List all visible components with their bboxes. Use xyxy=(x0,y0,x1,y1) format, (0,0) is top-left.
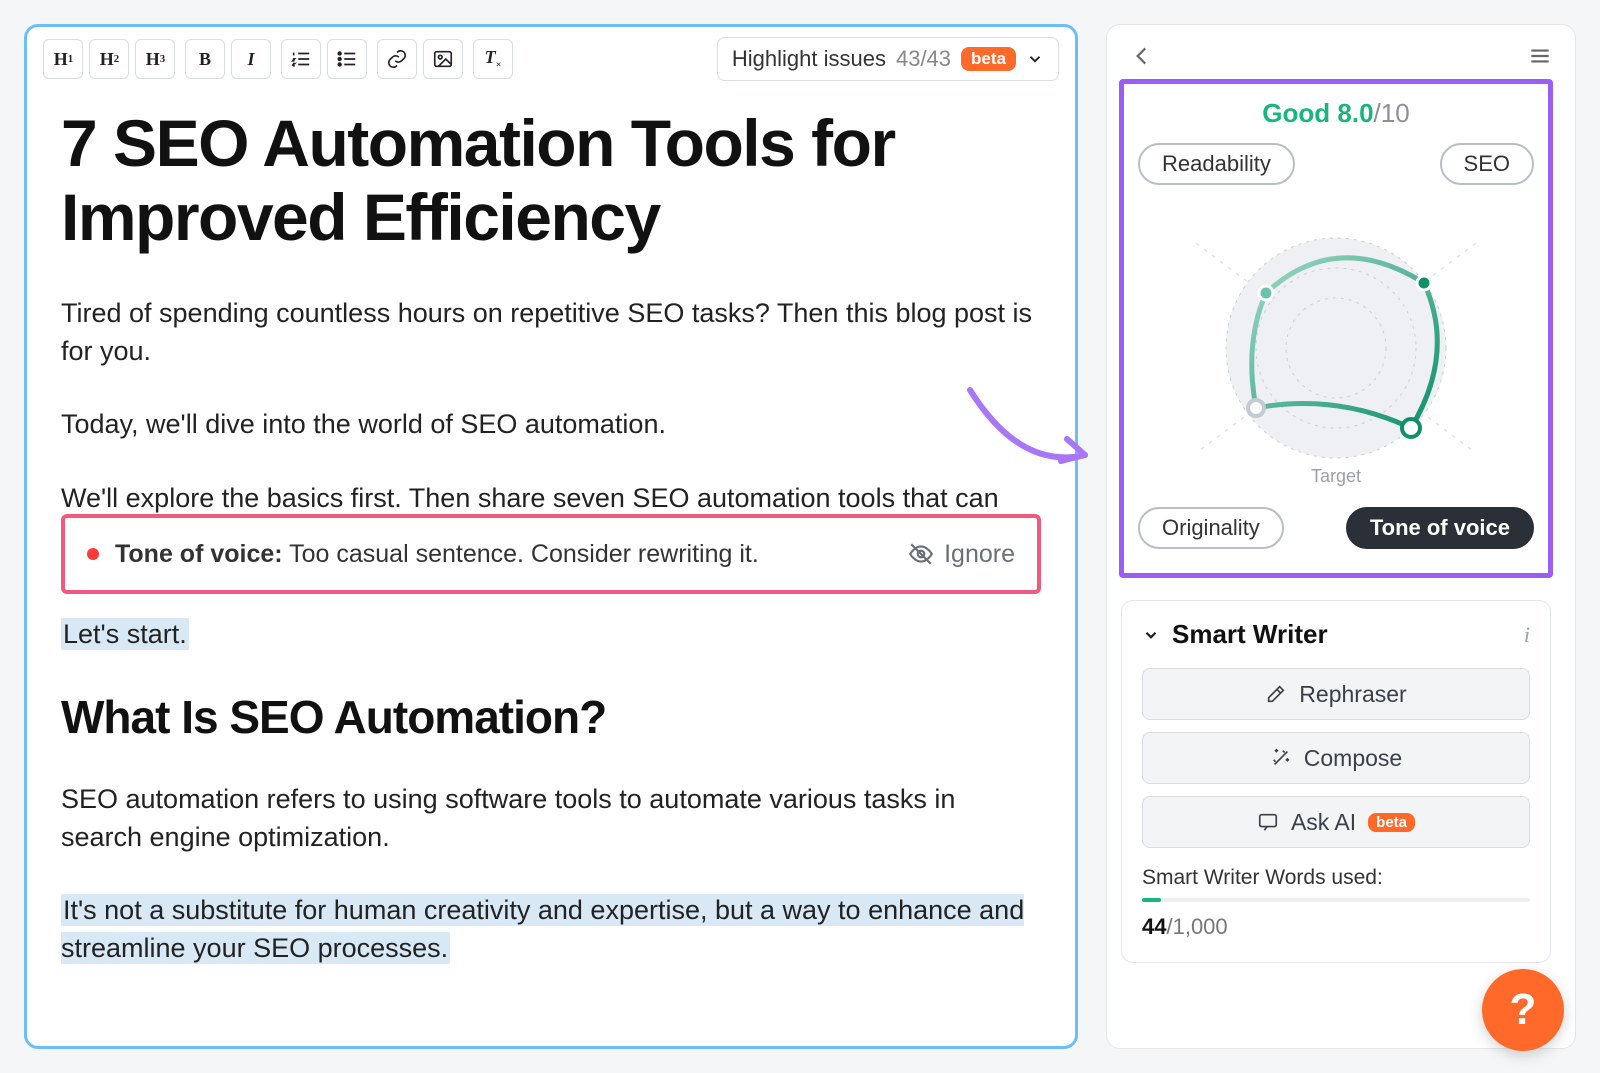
usage-value: 44/1,000 xyxy=(1142,914,1530,940)
ordered-list-icon xyxy=(290,48,312,70)
ordered-list-button[interactable] xyxy=(281,39,321,79)
back-icon[interactable] xyxy=(1129,43,1155,69)
editor-panel: H1 H2 H3 B I T× xyxy=(24,24,1078,1049)
italic-button[interactable]: I xyxy=(231,39,271,79)
info-icon[interactable]: i xyxy=(1524,622,1530,648)
edit-icon xyxy=(1265,683,1287,705)
target-label: Target xyxy=(1311,466,1361,487)
score-row: Good 8.0/10 xyxy=(1134,98,1538,129)
clear-format-button[interactable]: T× xyxy=(473,39,513,79)
bold-button[interactable]: B xyxy=(185,39,225,79)
h2-button[interactable]: H2 xyxy=(89,39,129,79)
issue-text: Tone of voice: Too casual sentence. Cons… xyxy=(115,536,759,572)
magic-icon xyxy=(1270,747,1292,769)
ignore-button[interactable]: Ignore xyxy=(908,536,1015,572)
smart-writer-card: Smart Writer i Rephraser Compose Ask AI … xyxy=(1121,600,1551,963)
editor-toolbar: H1 H2 H3 B I T× xyxy=(27,27,1075,91)
clear-format-icon: T× xyxy=(485,47,502,71)
metrics-card: Good 8.0/10 Readability SEO xyxy=(1119,79,1553,578)
chevron-down-icon[interactable] xyxy=(1142,626,1160,644)
document-body[interactable]: 7 SEO Automation Tools for Improved Effi… xyxy=(27,91,1075,1034)
smart-writer-title: Smart Writer xyxy=(1172,619,1328,650)
menu-icon[interactable] xyxy=(1527,43,1553,69)
unordered-list-icon xyxy=(336,48,358,70)
beta-badge: beta xyxy=(961,47,1016,71)
h3-button[interactable]: H3 xyxy=(135,39,175,79)
tone-pill[interactable]: Tone of voice xyxy=(1346,507,1534,549)
seo-pill[interactable]: SEO xyxy=(1440,143,1534,185)
issue-dot-icon xyxy=(87,548,99,560)
link-icon xyxy=(386,48,408,70)
paragraph[interactable]: We'll explore the basics first. Then sha… xyxy=(61,480,1041,518)
chevron-down-icon xyxy=(1026,50,1044,68)
help-fab[interactable]: ? xyxy=(1482,969,1564,1051)
usage-label: Smart Writer Words used: xyxy=(1142,866,1530,890)
issue-callout: Tone of voice: Too casual sentence. Cons… xyxy=(61,514,1041,594)
side-panel-header xyxy=(1107,25,1575,79)
document-h2[interactable]: What Is SEO Automation? xyxy=(61,684,1041,751)
paragraph[interactable]: Tired of spending countless hours on rep… xyxy=(61,295,1041,371)
paragraph[interactable]: Today, we'll dive into the world of SEO … xyxy=(61,406,1041,444)
paragraph[interactable]: Let's start. xyxy=(61,616,1041,654)
link-button[interactable] xyxy=(377,39,417,79)
eye-off-icon xyxy=(908,541,934,567)
rephraser-button[interactable]: Rephraser xyxy=(1142,668,1530,720)
ask-ai-button[interactable]: Ask AI beta xyxy=(1142,796,1530,848)
image-button[interactable] xyxy=(423,39,463,79)
beta-badge: beta xyxy=(1368,813,1415,832)
highlight-issues-count: 43/43 xyxy=(896,46,951,72)
highlight-issues-label: Highlight issues xyxy=(732,46,886,72)
image-icon xyxy=(432,48,454,70)
document-title[interactable]: 7 SEO Automation Tools for Improved Effi… xyxy=(61,107,1041,255)
chat-icon xyxy=(1257,811,1279,833)
originality-pill[interactable]: Originality xyxy=(1138,507,1284,549)
unordered-list-button[interactable] xyxy=(327,39,367,79)
radar-chart: Target xyxy=(1134,193,1538,503)
usage-bar xyxy=(1142,898,1530,902)
side-panel: Good 8.0/10 Readability SEO xyxy=(1106,24,1576,1049)
readability-pill[interactable]: Readability xyxy=(1138,143,1295,185)
compose-button[interactable]: Compose xyxy=(1142,732,1530,784)
paragraph[interactable]: It's not a substitute for human creativi… xyxy=(61,892,1041,968)
highlight-issues-dropdown[interactable]: Highlight issues 43/43 beta xyxy=(717,37,1059,81)
h1-button[interactable]: H1 xyxy=(43,39,83,79)
paragraph[interactable]: SEO automation refers to using software … xyxy=(61,781,1041,857)
